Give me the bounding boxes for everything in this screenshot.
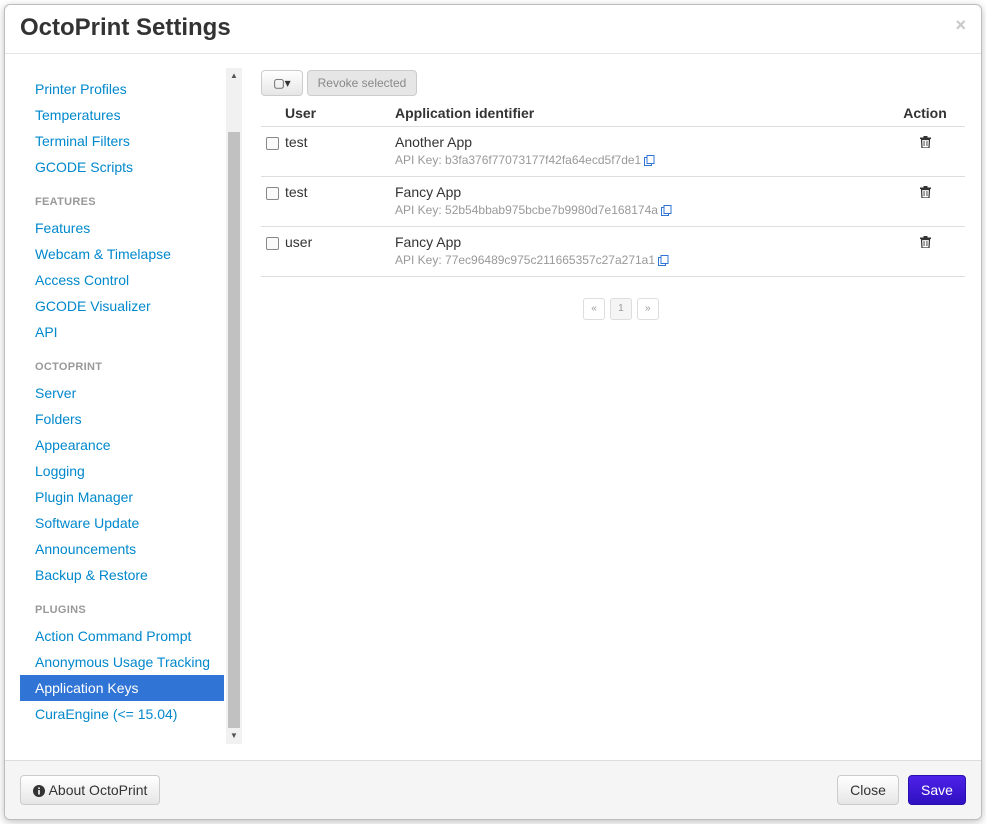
action-cell <box>885 176 965 227</box>
nav-header-features: FEATURES <box>35 196 96 208</box>
sidebar-item-appearance[interactable]: Appearance <box>20 432 224 458</box>
close-icon[interactable]: × <box>955 15 966 35</box>
row-checkbox[interactable] <box>266 187 279 200</box>
sidebar-item-access-control[interactable]: Access Control <box>20 267 224 293</box>
sidebar-item-backup-restore[interactable]: Backup & Restore <box>20 562 224 588</box>
page-prev-button[interactable]: « <box>583 298 605 320</box>
api-key-prefix: API Key: <box>395 253 446 267</box>
checkbox-column-header <box>261 100 285 127</box>
sidebar-item-features[interactable]: Features <box>20 215 224 241</box>
api-key-prefix: API Key: <box>395 203 446 217</box>
api-key-line: API Key: b3fa376f77073177f42fa64ecd5f7de… <box>395 153 885 169</box>
info-circle-icon <box>32 778 45 806</box>
api-key-prefix: API Key: <box>395 153 446 167</box>
user-name: user <box>285 234 313 250</box>
trash-icon[interactable] <box>919 185 931 201</box>
sidebar-item-announcements[interactable]: Announcements <box>20 536 224 562</box>
action-cell <box>885 126 965 177</box>
copy-icon[interactable] <box>658 255 669 269</box>
row-checkbox-cell <box>261 226 285 277</box>
api-key-value: b3fa376f77073177f42fa64ecd5f7de1 <box>445 153 642 167</box>
about-label: About OctoPrint <box>48 782 148 798</box>
trash-icon[interactable] <box>919 235 931 251</box>
settings-sidebar: Printer Profiles Temperatures Terminal Fil… <box>20 68 242 744</box>
row-checkbox-cell <box>261 126 285 177</box>
sidebar-item-printer-profiles[interactable]: Printer Profiles <box>20 76 224 102</box>
api-key-value: 52b54bbab975bcbe7b9980d7e168174a <box>445 203 658 217</box>
app-column-header: Application identifier <box>395 100 885 127</box>
select-dropdown-button[interactable]: ▢▾ <box>261 70 303 96</box>
action-column-header: Action <box>885 100 965 127</box>
table-row: test Another App API Key: b3fa376f77073177… <box>261 126 965 177</box>
sidebar-item-temperatures[interactable]: Temperatures <box>20 102 224 128</box>
table-row: test Fancy App API Key: 52b54bbab975bcbe7b… <box>261 176 965 227</box>
sidebar-item-action-command-prompt[interactable]: Action Command Prompt <box>20 623 224 649</box>
revoke-selected-button[interactable]: Revoke selected <box>307 70 417 96</box>
dialog-title: OctoPrint Settings <box>20 14 231 41</box>
sidebar-item-terminal-filters[interactable]: Terminal Filters <box>20 128 224 154</box>
user-cell: test <box>285 176 395 227</box>
sidebar-item-plugin-manager[interactable]: Plugin Manager <box>20 484 224 510</box>
table-row: user Fancy App API Key: 77ec96489c975c2116… <box>261 226 965 277</box>
user-name: test <box>285 134 308 150</box>
user-cell: test <box>285 126 395 177</box>
scroll-up-arrow-icon[interactable]: ▲ <box>226 68 242 84</box>
page-1-button[interactable]: 1 <box>609 298 632 320</box>
user-name: test <box>285 184 308 200</box>
action-cell <box>885 226 965 277</box>
scroll-thumb[interactable] <box>228 132 240 728</box>
sidebar-scrollbar[interactable]: ▲ ▼ <box>226 68 242 744</box>
app-cell: Fancy App API Key: 52b54bbab975bcbe7b9980… <box>395 176 885 227</box>
trash-icon[interactable] <box>919 135 931 151</box>
row-checkbox[interactable] <box>266 237 279 250</box>
sidebar-item-logging[interactable]: Logging <box>20 458 224 484</box>
dialog-footer: About OctoPrint Close Save <box>5 760 981 819</box>
about-octoprint-button[interactable]: About OctoPrint <box>20 775 160 805</box>
scroll-down-arrow-icon[interactable]: ▼ <box>226 728 242 744</box>
copy-icon[interactable] <box>660 205 672 219</box>
app-identifier: Fancy App <box>395 184 462 200</box>
nav-header-octoprint: OCTOPRINT <box>35 361 103 373</box>
page-next-button[interactable]: » <box>636 298 659 320</box>
sidebar-item-gcode-scripts[interactable]: GCODE Scripts <box>20 154 224 180</box>
user-cell: user <box>285 226 395 277</box>
api-key-line: API Key: 77ec96489c975c211665357c27a271a… <box>395 253 885 269</box>
dialog-header: OctoPrint Settings × <box>5 5 981 54</box>
user-column-header: User <box>285 100 395 127</box>
sidebar-item-server[interactable]: Server <box>20 380 224 406</box>
sidebar-item-application-keys[interactable]: Application Keys <box>20 675 224 701</box>
app-identifier: Another App <box>395 134 473 150</box>
sidebar-item-gcode-visualizer[interactable]: GCODE Visualizer <box>20 293 224 319</box>
api-key-line: API Key: 52b54bbab975bcbe7b9980d7e168174… <box>395 203 885 219</box>
sidebar-item-curaengine-15-04[interactable]: CuraEngine (<= 15.04) <box>20 701 224 727</box>
save-button[interactable]: Save <box>908 775 966 805</box>
settings-nav: Printer Profiles Temperatures Terminal Fil… <box>20 68 224 727</box>
close-button[interactable]: Close <box>837 775 899 805</box>
app-identifier: Fancy App <box>395 234 462 250</box>
pagination: « 1 » <box>583 298 660 320</box>
app-cell: Another App API Key: b3fa376f77073177f42f… <box>395 126 885 177</box>
api-key-value: 77ec96489c975c211665357c27a271a1 <box>445 253 656 267</box>
nav-header-plugins: PLUGINS <box>35 604 86 616</box>
sidebar-item-folders[interactable]: Folders <box>20 406 224 432</box>
keys-table: User Application identifier Action test A… <box>261 100 965 277</box>
row-checkbox[interactable] <box>266 137 279 150</box>
settings-dialog: OctoPrint Settings × Printer Profiles Tem… <box>4 4 982 820</box>
copy-icon[interactable] <box>644 155 655 169</box>
sidebar-item-api[interactable]: API <box>20 319 224 345</box>
table-header-row: User Application identifier Action <box>261 100 965 127</box>
app-cell: Fancy App API Key: 77ec96489c975c21166535… <box>395 226 885 277</box>
sidebar-item-software-update[interactable]: Software Update <box>20 510 224 536</box>
sidebar-item-webcam-timelapse[interactable]: Webcam & Timelapse <box>20 241 224 267</box>
sidebar-item-anonymous-usage-tracking[interactable]: Anonymous Usage Tracking <box>20 649 224 675</box>
application-keys-panel: ▢▾ Revoke selected User Application iden… <box>261 68 965 748</box>
row-checkbox-cell <box>261 176 285 227</box>
